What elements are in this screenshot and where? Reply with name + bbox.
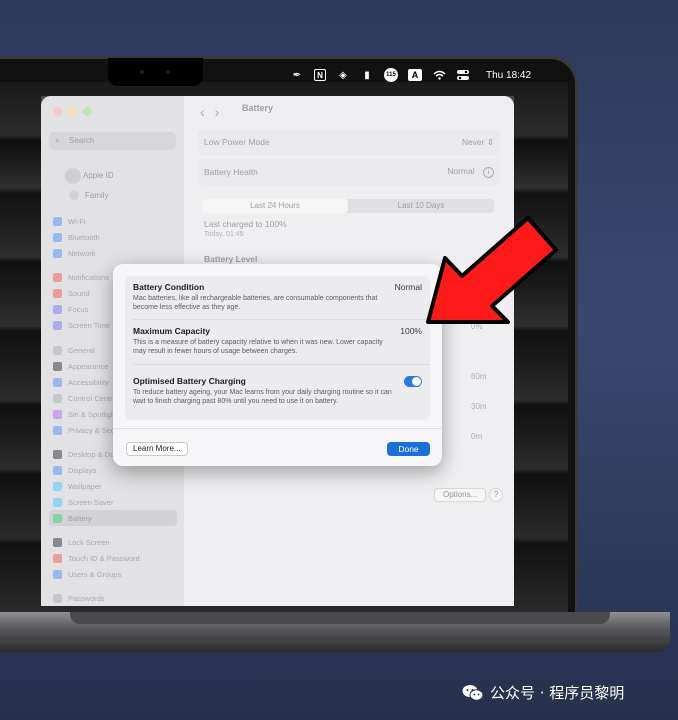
- battery-condition-title: Battery Condition: [133, 282, 205, 292]
- maximum-capacity-section: Maximum Capacity 100% This is a measure …: [133, 326, 422, 356]
- camera-notch: [108, 58, 203, 86]
- input-source-icon[interactable]: A: [408, 69, 422, 81]
- mouse-icon[interactable]: ▮: [360, 68, 374, 82]
- done-button[interactable]: Done: [387, 442, 430, 456]
- learn-more-button[interactable]: Learn More...: [126, 442, 188, 456]
- watermark-text: 公众号 · 程序员黎明: [490, 684, 625, 702]
- battery-condition-desc: Mac batteries, like all rechargeable bat…: [133, 295, 378, 311]
- divider: [133, 364, 430, 365]
- menu-clock[interactable]: Thu 18:42: [486, 70, 531, 81]
- notion-icon[interactable]: N: [314, 69, 326, 81]
- laptop-base: [0, 612, 670, 652]
- menu-bar: ✒ N ◈ ▮ 115 A Thu 18:42: [290, 64, 570, 86]
- maximum-capacity-value: 100%: [400, 326, 422, 336]
- battery-health-dialog: Battery Condition Normal Mac batteries, …: [113, 264, 442, 466]
- optimised-charging-desc: To reduce battery ageing, your Mac learn…: [133, 389, 392, 405]
- battery-condition-section: Battery Condition Normal Mac batteries, …: [133, 282, 422, 312]
- badge-icon[interactable]: 115: [384, 68, 398, 82]
- wechat-icon: [462, 684, 484, 702]
- optimised-charging-section: Optimised Battery Charging To reduce bat…: [133, 376, 422, 406]
- battery-condition-value: Normal: [394, 282, 422, 292]
- dialog-card: Battery Condition Normal Mac batteries, …: [125, 276, 430, 420]
- pen-nib-icon[interactable]: ✒: [290, 68, 304, 82]
- divider: [133, 319, 430, 320]
- divider: [113, 428, 442, 429]
- maximum-capacity-desc: This is a measure of battery capacity re…: [133, 339, 383, 355]
- optimised-charging-toggle[interactable]: [404, 376, 422, 387]
- optimised-charging-title: Optimised Battery Charging: [133, 376, 246, 386]
- watermark: 公众号 · 程序员黎明: [462, 682, 624, 703]
- wifi-icon[interactable]: [432, 68, 446, 82]
- layers-icon[interactable]: ◈: [336, 68, 350, 82]
- control-center-icon[interactable]: [456, 68, 470, 82]
- maximum-capacity-title: Maximum Capacity: [133, 326, 210, 336]
